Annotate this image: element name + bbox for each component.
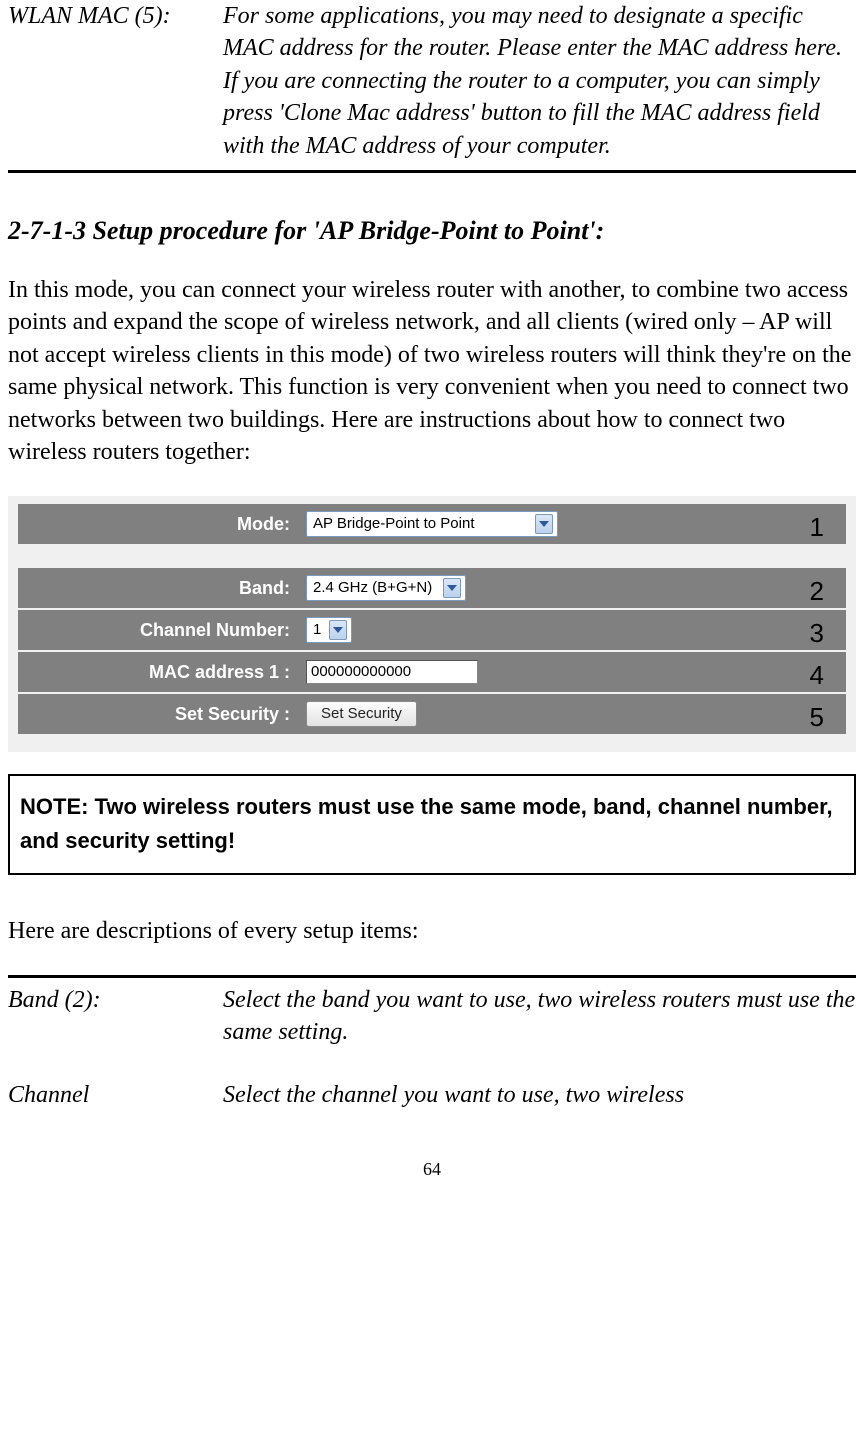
set-security-button-label: Set Security bbox=[321, 704, 402, 724]
callout-5: 5 bbox=[810, 700, 824, 735]
mode-label: Mode: bbox=[18, 512, 300, 536]
descriptions-intro: Here are descriptions of every setup ite… bbox=[8, 915, 856, 947]
mac1-label: MAC address 1 : bbox=[18, 660, 300, 684]
set-security-label: Set Security : bbox=[18, 702, 300, 726]
section-title: 2-7-1-3 Setup procedure for 'AP Bridge-P… bbox=[8, 213, 856, 248]
set-security-button[interactable]: Set Security bbox=[306, 701, 417, 727]
mac1-input[interactable]: 000000000000 bbox=[306, 660, 478, 684]
security-row: Set Security : Set Security 5 bbox=[18, 694, 846, 734]
channel-def-desc: Select the channel you want to use, two … bbox=[223, 1079, 856, 1111]
callout-2: 2 bbox=[810, 574, 824, 609]
dropdown-arrow-icon bbox=[443, 578, 461, 598]
channel-row: Channel Number: 1 3 bbox=[18, 610, 846, 650]
intro-paragraph: In this mode, you can connect your wirel… bbox=[8, 274, 856, 468]
dropdown-arrow-icon bbox=[535, 514, 553, 534]
band-select-value: 2.4 GHz (B+G+N) bbox=[311, 578, 441, 598]
band-def-label: Band (2): bbox=[8, 984, 223, 1049]
config-panel: Mode: AP Bridge-Point to Point 1 Band: 2… bbox=[8, 496, 856, 752]
divider bbox=[8, 170, 856, 173]
band-select[interactable]: 2.4 GHz (B+G+N) bbox=[306, 575, 466, 601]
band-def-desc: Select the band you want to use, two wir… bbox=[223, 984, 856, 1049]
channel-number-label: Channel Number: bbox=[18, 618, 300, 642]
mode-row: Mode: AP Bridge-Point to Point 1 bbox=[18, 504, 846, 544]
band-label: Band: bbox=[18, 576, 300, 600]
wlan-mac-label: WLAN MAC (5): bbox=[8, 0, 223, 162]
callout-4: 4 bbox=[810, 658, 824, 693]
divider bbox=[8, 975, 856, 978]
page-number: 64 bbox=[8, 1157, 856, 1181]
wlan-mac-definition: WLAN MAC (5): For some applications, you… bbox=[8, 0, 856, 162]
note-box: NOTE: Two wireless routers must use the … bbox=[8, 774, 856, 874]
mode-select-value: AP Bridge-Point to Point bbox=[311, 514, 533, 534]
callout-3: 3 bbox=[810, 616, 824, 651]
mode-select[interactable]: AP Bridge-Point to Point bbox=[306, 511, 558, 537]
mac1-input-value: 000000000000 bbox=[311, 662, 411, 682]
channel-select-value: 1 bbox=[311, 620, 327, 640]
dropdown-arrow-icon bbox=[329, 620, 347, 640]
wlan-mac-desc: For some applications, you may need to d… bbox=[223, 0, 856, 162]
band-row: Band: 2.4 GHz (B+G+N) 2 bbox=[18, 568, 846, 608]
channel-select[interactable]: 1 bbox=[306, 617, 352, 643]
callout-1: 1 bbox=[810, 510, 824, 545]
band-definition: Band (2): Select the band you want to us… bbox=[8, 984, 856, 1049]
channel-definition: Channel Select the channel you want to u… bbox=[8, 1079, 856, 1111]
channel-def-label: Channel bbox=[8, 1079, 223, 1111]
mac1-row: MAC address 1 : 000000000000 4 bbox=[18, 652, 846, 692]
